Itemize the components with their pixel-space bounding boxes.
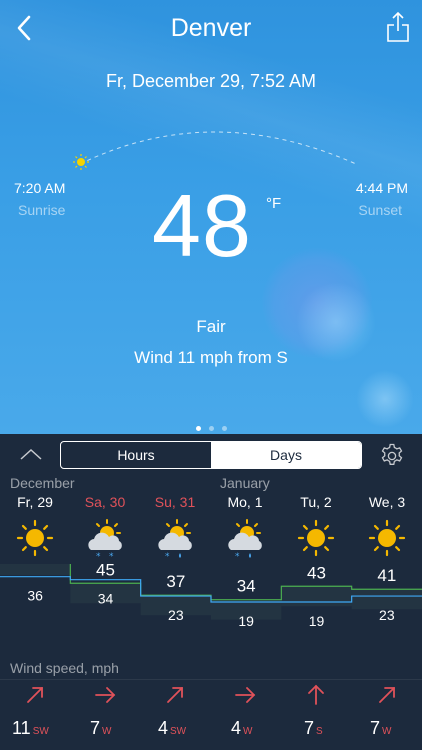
page-dot[interactable] [221,426,227,431]
day-label: Mo, 1 [227,494,263,510]
month-label: December [10,475,75,491]
sun-icon [297,519,335,557]
wind-speed-value: 4 SW [158,718,186,739]
temperature-chart: 643645343723341943194123 [0,564,422,629]
snow-rain-icon: * [158,519,192,560]
sunset-label: Sunset [358,202,402,218]
collapse-button[interactable] [18,446,44,464]
svg-text:*: * [235,552,240,560]
low-temp-label: 23 [168,607,184,623]
day-label: Sa, 30 [84,494,126,510]
settings-button[interactable] [378,442,406,470]
wind-speed-number: 4 [158,718,169,738]
wind-arrow-icon [379,687,395,703]
wind-speed-number: 7 [90,718,101,738]
wind-speed-number: 4 [231,718,242,738]
low-temp-label: 34 [98,591,114,607]
wind-arrow-icon [95,687,116,703]
wind-direction: W [243,726,253,737]
tab-hours[interactable]: Hours [61,442,211,468]
page-indicator[interactable] [0,418,422,434]
wind-direction: S [316,726,323,737]
high-band [0,564,71,575]
page-dot[interactable] [195,426,201,431]
gear-icon [381,443,403,465]
wind-direction: SW [32,726,49,737]
svg-text:*: * [109,552,114,560]
sunrise-time: 7:20 AM [14,180,66,196]
view-toggle: Hours Days [60,441,362,469]
low-temp-label: 23 [379,607,395,623]
high-temp-label: 37 [166,572,185,591]
high-band [281,586,352,607]
sun-path-arc [73,131,357,170]
day-label: We, 3 [368,494,406,510]
low-temp-label: 19 [309,613,325,629]
month-label: January [220,475,270,491]
wind-speed-value: 7W [370,718,391,739]
wind-arrow-icon [308,684,324,705]
wind-speed-value: 11 SW [12,718,49,739]
sunrise-label: Sunrise [18,202,66,218]
current-weather-panel: Denver Fr, December 29, 7:52 AM 7:20 AM … [0,0,422,434]
wind-speed-number: 11 [12,718,31,738]
chevron-up-icon [20,448,42,460]
wind-direction: SW [170,726,187,737]
day-label: Tu, 2 [300,494,332,510]
wind-speed-number: 7 [304,718,315,738]
sunset-time: 4:44 PM [355,180,408,196]
day-label: Su, 31 [154,494,196,510]
current-temperature: 48 [152,176,252,275]
forecast-panel: Hours Days December January Fr, 29 Sa, 3… [0,434,422,750]
wind-arrow-icon [235,687,256,703]
wind-speed-value: 7W [90,718,111,739]
wind-arrow-icon [167,687,183,703]
snow-icon: * * [88,519,122,560]
sun-position-icon [73,154,89,170]
temperature-unit: °F [266,195,282,212]
sun-icon [16,519,54,557]
wind-arrow-icon [27,687,43,703]
wind-speed-value: 4W [231,718,252,739]
sun-icon [368,519,406,557]
divider [0,679,422,680]
wind-speed-value: 7S [304,718,323,739]
wind-direction: W [102,726,112,737]
high-temp-label: 45 [96,564,115,579]
high-temp-label: 34 [237,577,256,596]
svg-text:*: * [165,552,170,560]
high-temp-label: 41 [377,566,396,585]
svg-text:*: * [96,552,101,560]
snow-rain-icon: * [228,519,262,560]
low-temp-label: 19 [238,613,254,629]
tab-days[interactable]: Days [211,442,361,468]
high-temp-label: 43 [307,564,326,582]
day-label: Fr, 29 [17,494,53,510]
wind-speed-number: 7 [370,718,381,738]
current-condition: Fair [196,317,226,336]
wind-direction: W [382,726,392,737]
wind-speed-label: Wind speed, mph [10,660,119,676]
page-dot[interactable] [208,426,214,431]
low-temp-label: 36 [27,588,43,604]
current-wind: Wind 11 mph from S [134,348,288,367]
